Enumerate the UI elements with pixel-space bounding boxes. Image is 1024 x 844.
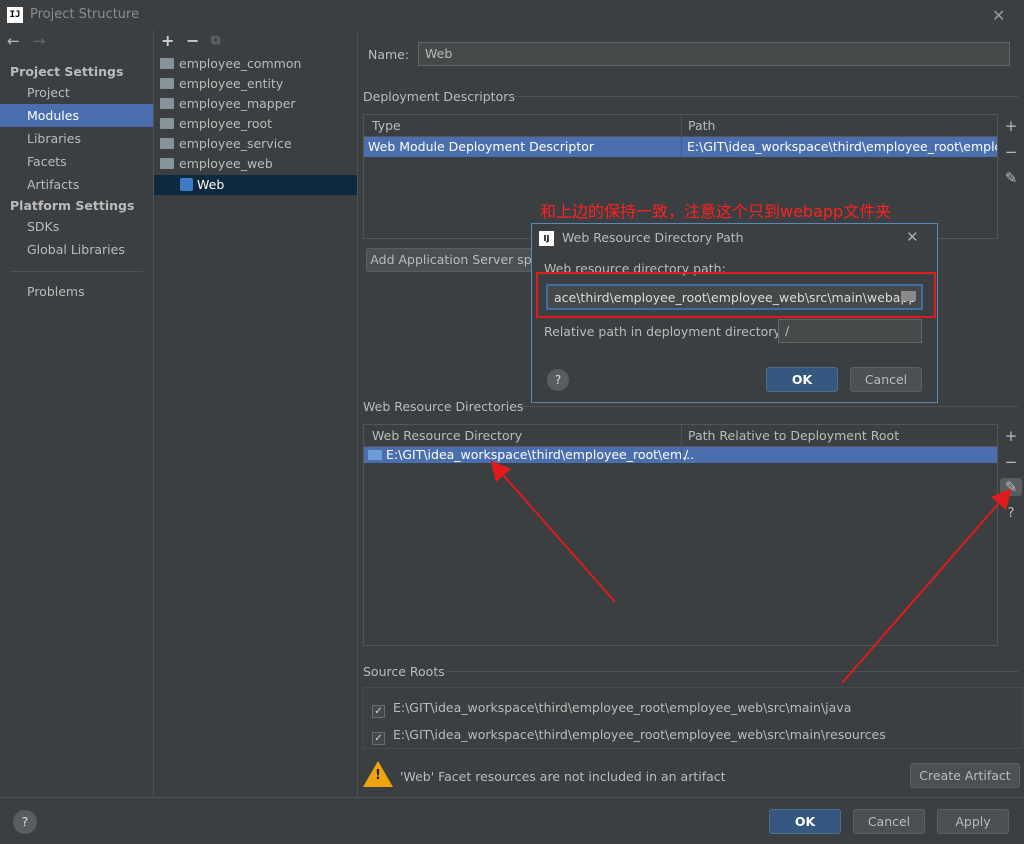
module-item[interactable]: employee_common [160,54,301,74]
name-label: Name: [368,47,410,62]
add-web-dir-button[interactable]: + [1000,427,1022,445]
source-roots-list: ✓ E:\GIT\idea_workspace\third\employee_r… [363,687,1023,749]
folder-icon [160,158,174,169]
relative-path-input[interactable]: / [778,319,922,343]
nav-item-modules[interactable]: Modules [0,104,153,127]
web-resource-dirs-table: Web Resource Directory Path Relative to … [363,424,998,646]
module-item[interactable]: employee_mapper [160,94,296,114]
table-header: Web Resource Directory Path Relative to … [364,425,997,447]
source-roots-heading: Source Roots [363,664,445,679]
dialog-title: Web Resource Directory Path [562,230,744,245]
warning-text: 'Web' Facet resources are not included i… [400,769,726,784]
folder-icon [160,58,174,69]
column-header-path: Path [688,118,716,133]
dialog-cancel-button[interactable]: Cancel [850,367,922,392]
close-icon[interactable]: ✕ [992,6,1005,25]
folder-icon [160,78,174,89]
dialog-ok-button[interactable]: OK [766,367,838,392]
nav-item-artifacts[interactable]: Artifacts [0,173,153,196]
column-header-web-resource-dir: Web Resource Directory [372,428,523,443]
project-settings-heading: Project Settings [10,64,124,79]
settings-nav: ← → Project Settings Project Modules Lib… [0,30,153,798]
back-arrow-icon[interactable]: ← [7,32,20,50]
remove-descriptor-button[interactable]: − [1000,143,1022,161]
facet-editor: Name: Web Deployment Descriptors Type Pa… [358,30,1024,798]
checkbox[interactable]: ✓ [372,705,385,718]
help-button[interactable]: ? [547,369,569,391]
edit-descriptor-icon[interactable]: ✎ [1000,169,1022,187]
web-resource-dirs-heading: Web Resource Directories [363,399,524,414]
folder-icon [160,118,174,129]
help-icon[interactable]: ? [1000,506,1022,521]
cancel-button[interactable]: Cancel [853,809,925,834]
app-logo-icon: IJ [7,7,23,23]
forward-arrow-icon[interactable]: → [33,32,46,50]
help-button[interactable]: ? [13,810,37,834]
edit-web-dir-icon[interactable]: ✎ [1000,478,1022,496]
nav-item-facets[interactable]: Facets [0,150,153,173]
web-facet-icon [180,178,193,191]
nav-divider [10,271,143,272]
table-row[interactable]: E:\GIT\idea_workspace\third\employee_roo… [364,447,997,463]
nav-item-sdks[interactable]: SDKs [0,215,153,238]
nav-item-global-libraries[interactable]: Global Libraries [0,238,153,261]
remove-web-dir-button[interactable]: − [1000,453,1022,471]
section-divider [446,671,1018,672]
list-item[interactable]: ✓ E:\GIT\idea_workspace\third\employee_r… [372,727,886,745]
name-input[interactable]: Web [418,42,1010,66]
section-divider [508,96,1018,97]
title-bar: IJ Project Structure ✕ [0,0,1024,30]
create-artifact-button[interactable]: Create Artifact [910,763,1020,788]
remove-module-button[interactable]: − [186,31,199,50]
web-facet-item[interactable]: Web [154,175,357,195]
browse-folder-icon[interactable] [901,291,916,301]
table-header: Type Path [364,115,997,137]
folder-icon [160,138,174,149]
close-icon[interactable]: ✕ [906,228,919,246]
checkbox[interactable]: ✓ [372,732,385,745]
module-item[interactable]: employee_service [160,134,292,154]
folder-icon [368,450,382,460]
list-item[interactable]: ✓ E:\GIT\idea_workspace\third\employee_r… [372,700,851,718]
ok-button[interactable]: OK [769,809,841,834]
column-header-relative-path: Path Relative to Deployment Root [688,428,900,443]
nav-item-project[interactable]: Project [0,81,153,104]
add-application-server-button[interactable]: Add Application Server sp [366,248,536,272]
column-header-type: Type [372,118,401,133]
modules-panel: + − ⧉ employee_common employee_entity em… [154,30,357,798]
apply-button[interactable]: Apply [937,809,1009,834]
deployment-descriptors-heading: Deployment Descriptors [363,89,515,104]
module-item[interactable]: employee_entity [160,74,283,94]
add-module-button[interactable]: + [161,31,174,50]
nav-item-libraries[interactable]: Libraries [0,127,153,150]
module-item[interactable]: employee_web [160,154,273,174]
table-row[interactable]: Web Module Deployment Descriptor E:\GIT\… [364,137,997,157]
nav-item-problems[interactable]: Problems [0,280,153,303]
app-logo-icon: IJ [539,231,554,246]
window-title: Project Structure [30,7,140,22]
path-input[interactable]: ace\third\employee_root\employee_web\src… [546,284,923,310]
folder-icon [160,98,174,109]
footer-bar: ? OK Cancel Apply [0,797,1024,844]
relative-path-label: Relative path in deployment directory: [544,324,785,339]
add-descriptor-button[interactable]: + [1000,117,1022,135]
copy-icon[interactable]: ⧉ [211,33,220,48]
platform-settings-heading: Platform Settings [10,198,135,213]
module-item[interactable]: employee_root [160,114,272,134]
section-divider [520,406,1018,407]
web-resource-dir-dialog: IJ Web Resource Directory Path ✕ Web res… [531,223,938,403]
annotation-note: 和上边的保持一致，注意这个只到webapp文件夹 [540,202,892,221]
